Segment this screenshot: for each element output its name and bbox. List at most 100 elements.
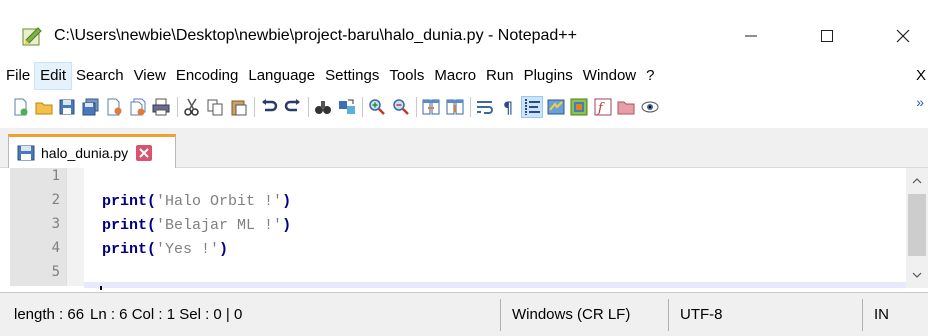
minimize-button[interactable] (728, 22, 774, 50)
save-all-icon (82, 98, 98, 116)
close-all-icon (130, 98, 145, 116)
menu-view[interactable]: View (129, 63, 171, 89)
indent-guide-icon (525, 99, 540, 115)
menu-run[interactable]: Run (481, 63, 519, 89)
menu-bar: File Edit Search View Encoding Language … (0, 62, 928, 90)
print-button[interactable] (151, 97, 171, 117)
toolbar-separator (362, 97, 363, 117)
window-title: C:\Users\newbie\Desktop\newbie\project-b… (54, 27, 577, 44)
close-document-button[interactable]: X (916, 63, 926, 89)
folder-as-workspace-button[interactable] (616, 97, 636, 117)
print-icon (152, 98, 170, 116)
paste-button[interactable] (229, 97, 249, 117)
current-line-highlight (84, 282, 906, 288)
svg-text:¶: ¶ (503, 98, 513, 116)
sync-horizontal-scroll-icon (446, 99, 463, 115)
menu-help[interactable]: ? (641, 63, 659, 89)
tab-halo-dunia[interactable]: halo_dunia.py (8, 134, 176, 168)
paste-icon (231, 100, 246, 116)
function-list-icon: f (594, 98, 611, 116)
line-number: 1 (51, 168, 60, 184)
code-line: print('Halo Orbit !') (102, 193, 292, 210)
toolbar-separator (176, 97, 178, 117)
replace-button[interactable] (337, 97, 357, 117)
status-divider (668, 299, 669, 331)
status-eol-format[interactable]: Windows (CR LF) (512, 293, 630, 336)
copy-icon (207, 99, 223, 116)
sync-horizontal-button[interactable] (445, 97, 465, 117)
monitoring-button[interactable] (640, 97, 660, 117)
vertical-scrollbar[interactable] (906, 168, 928, 288)
menu-language[interactable]: Language (243, 63, 320, 89)
toolbar-separator (308, 97, 309, 117)
chevron-up-icon (912, 178, 922, 184)
function-list-button[interactable]: f (593, 97, 613, 117)
menu-file[interactable]: File (0, 63, 35, 89)
menu-search[interactable]: Search (71, 63, 129, 89)
new-file-button[interactable] (10, 97, 30, 117)
undo-button[interactable] (259, 97, 279, 117)
menu-plugins[interactable]: Plugins (519, 63, 578, 89)
pilcrow-icon: ¶ (503, 98, 513, 116)
tab-close-button[interactable] (136, 144, 153, 161)
editor-pane[interactable]: 1 2 3 4 5 print('Halo Orbit !') print('B… (0, 168, 928, 290)
close-file-button[interactable] (104, 97, 124, 117)
scroll-thumb[interactable] (908, 194, 926, 256)
show-all-characters-button[interactable]: ¶ (499, 97, 519, 117)
zoom-out-button[interactable] (391, 97, 411, 117)
menu-window[interactable]: Window (578, 63, 641, 89)
undo-icon (262, 99, 278, 112)
status-bar: length : 66 Ln : 6 Col : 1 Sel : 0 | 0 W… (0, 292, 928, 336)
zoom-in-button[interactable] (367, 97, 387, 117)
toolbar-separator (254, 97, 255, 117)
scroll-up-button[interactable] (906, 172, 928, 190)
user-defined-language-button[interactable] (546, 97, 566, 117)
chevron-down-icon (912, 272, 922, 278)
tab-bar: halo_dunia.py (0, 128, 928, 168)
sync-vertical-scroll-icon (422, 99, 440, 115)
zoom-in-icon (369, 99, 385, 115)
close-all-button[interactable] (128, 97, 148, 117)
save-button[interactable] (57, 97, 77, 117)
toolbar-overflow-button[interactable]: » (916, 94, 924, 110)
copy-button[interactable] (205, 97, 225, 117)
scroll-down-button[interactable] (906, 266, 928, 284)
code-area[interactable]: print('Halo Orbit !') print('Belajar ML … (84, 168, 906, 290)
cut-icon (183, 98, 199, 116)
save-all-button[interactable] (81, 97, 101, 117)
redo-button[interactable] (283, 97, 303, 117)
line-number: 2 (51, 192, 60, 208)
eye-icon (641, 101, 658, 113)
maximize-icon (821, 30, 833, 42)
toolbar: ¶ f » (0, 92, 928, 122)
document-map-button[interactable] (569, 97, 589, 117)
status-insert-mode[interactable]: IN (874, 293, 889, 336)
open-file-button[interactable] (34, 97, 54, 117)
line-number: 5 (51, 264, 60, 280)
status-divider (500, 299, 501, 331)
menu-encoding[interactable]: Encoding (171, 63, 244, 89)
zoom-out-icon (392, 99, 409, 115)
menu-macro[interactable]: Macro (429, 63, 481, 89)
folder-icon (617, 101, 635, 115)
word-wrap-button[interactable] (475, 97, 495, 117)
udl-icon (547, 99, 564, 115)
close-button[interactable] (880, 22, 926, 50)
status-encoding[interactable]: UTF-8 (680, 293, 723, 336)
sync-vertical-button[interactable] (421, 97, 441, 117)
line-number-gutter: 1 2 3 4 5 (10, 168, 66, 286)
open-folder-icon (35, 102, 52, 115)
menu-edit[interactable]: Edit (34, 62, 73, 90)
title-bar: C:\Users\newbie\Desktop\newbie\project-b… (0, 0, 928, 60)
menu-tools[interactable]: Tools (384, 63, 429, 89)
toolbar-separator (470, 97, 471, 117)
find-button[interactable] (313, 97, 333, 117)
notepadpp-app-icon (22, 27, 42, 46)
indent-guide-button[interactable] (521, 96, 543, 118)
maximize-button[interactable] (804, 22, 850, 50)
cut-button[interactable] (182, 97, 202, 117)
saved-file-icon (17, 145, 35, 160)
fold-margin[interactable] (66, 168, 84, 286)
word-wrap-icon (477, 101, 493, 114)
menu-settings[interactable]: Settings (320, 63, 384, 89)
